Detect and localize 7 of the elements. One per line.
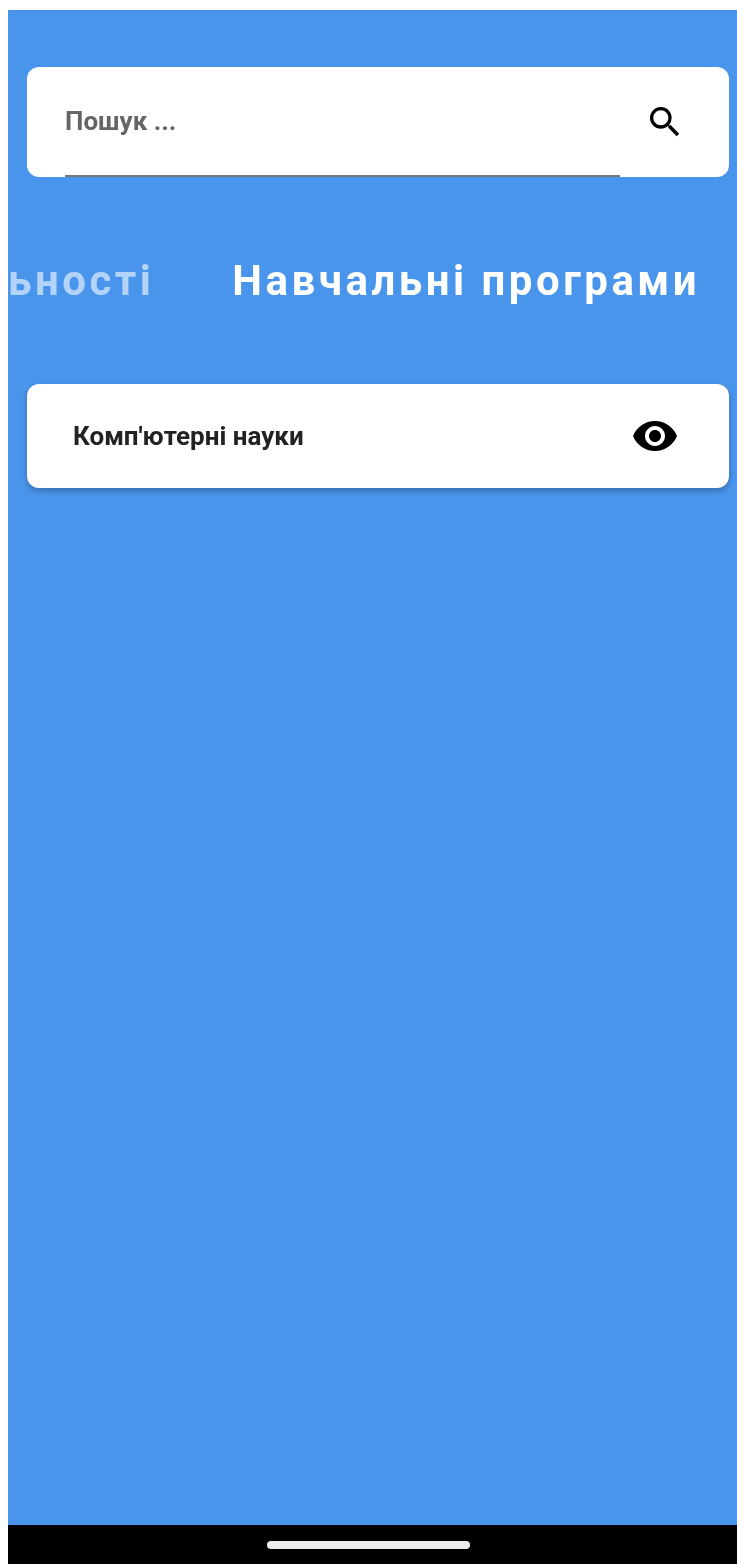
home-indicator[interactable] <box>267 1540 470 1549</box>
eye-icon[interactable] <box>633 421 677 451</box>
program-card[interactable]: Комп'ютерні науки <box>27 384 729 488</box>
tab[interactable]: Навчальні програми <box>232 255 701 305</box>
program-title: Комп'ютерні науки <box>73 421 304 451</box>
search-field[interactable]: Пошук ... <box>27 67 729 177</box>
tab[interactable]: ьності <box>8 255 155 305</box>
